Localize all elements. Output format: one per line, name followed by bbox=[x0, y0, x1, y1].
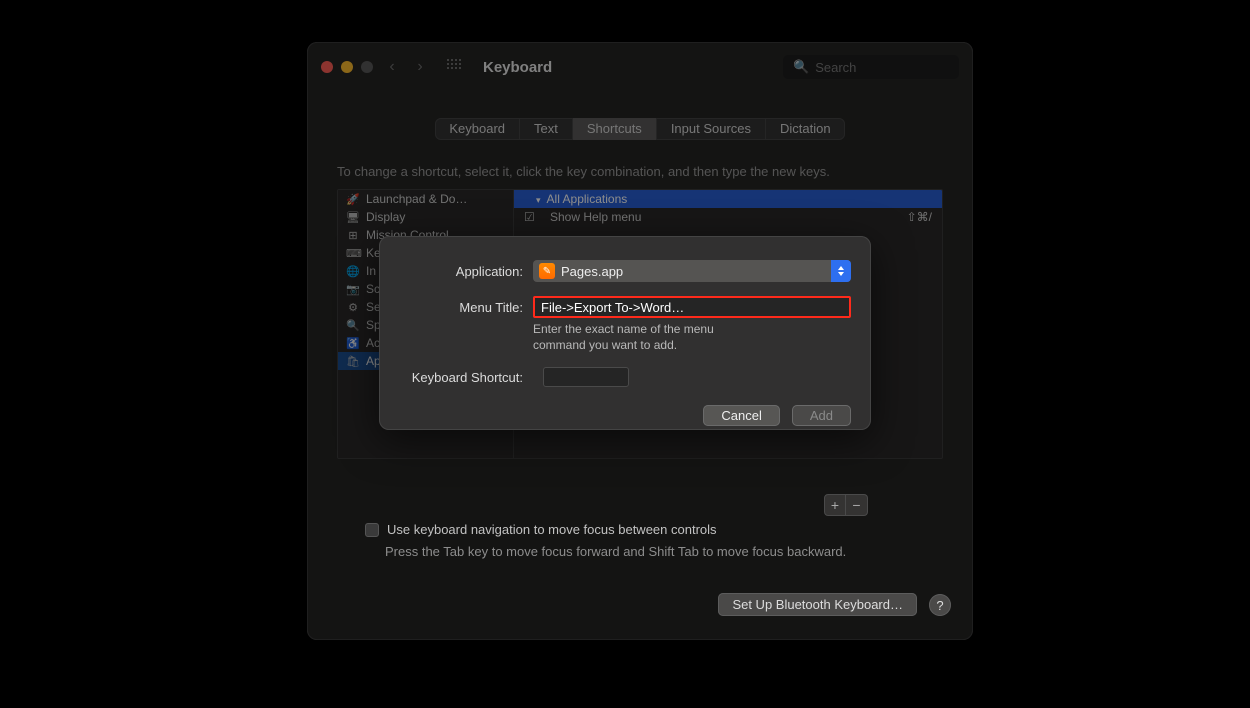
tab-text[interactable]: Text bbox=[520, 118, 573, 140]
zoom-icon[interactable] bbox=[361, 61, 373, 73]
spotlight-icon: 🔍 bbox=[346, 319, 360, 332]
list-item: 🚀 Launchpad & Do… bbox=[338, 190, 513, 208]
menu-title-label: Menu Title: bbox=[399, 300, 523, 315]
menu-title-row: Menu Title: bbox=[399, 296, 851, 318]
application-label: Application: bbox=[399, 264, 523, 279]
nav-back-icon[interactable]: ‹ bbox=[383, 58, 401, 76]
tab-input-sources[interactable]: Input Sources bbox=[657, 118, 766, 140]
application-row: Application: ✎ Pages.app bbox=[399, 260, 851, 282]
bluetooth-keyboard-button[interactable]: Set Up Bluetooth Keyboard… bbox=[718, 593, 917, 616]
pages-app-icon: ✎ bbox=[539, 263, 555, 279]
search-icon: 🔍 bbox=[793, 59, 809, 75]
menu-title-input[interactable] bbox=[533, 296, 851, 318]
menu-title-hint: Enter the exact name of the menu command… bbox=[533, 322, 753, 353]
application-value: Pages.app bbox=[561, 264, 623, 279]
nav-forward-icon[interactable]: › bbox=[411, 58, 429, 76]
add-shortcut-sheet: Application: ✎ Pages.app Menu Title: Ent… bbox=[379, 236, 871, 430]
tabs-row: Keyboard Text Shortcuts Input Sources Di… bbox=[307, 118, 973, 140]
list-item-label: Display bbox=[366, 210, 405, 224]
list-item-label: In bbox=[366, 264, 376, 278]
cancel-button[interactable]: Cancel bbox=[703, 405, 779, 426]
search-input[interactable]: 🔍 Search bbox=[783, 55, 959, 79]
tabstrip: Keyboard Text Shortcuts Input Sources Di… bbox=[435, 118, 844, 140]
close-icon[interactable] bbox=[321, 61, 333, 73]
shortcut-name: Show Help menu bbox=[542, 210, 907, 224]
chevron-updown-icon bbox=[831, 260, 851, 282]
traffic-lights bbox=[321, 61, 373, 73]
remove-shortcut-button[interactable]: − bbox=[846, 494, 868, 516]
add-shortcut-button[interactable]: + bbox=[824, 494, 846, 516]
disclosure-triangle-icon: ▾ bbox=[536, 195, 541, 205]
keyboard-icon: ⌨ bbox=[346, 247, 360, 260]
keyboard-shortcut-input[interactable] bbox=[543, 367, 629, 387]
apps-grid-icon[interactable] bbox=[447, 59, 463, 75]
add-button[interactable]: Add bbox=[792, 405, 851, 426]
tab-dictation[interactable]: Dictation bbox=[766, 118, 845, 140]
tab-shortcuts[interactable]: Shortcuts bbox=[573, 118, 657, 140]
accessibility-icon: ♿ bbox=[346, 337, 360, 350]
launchpad-icon: 🚀 bbox=[346, 193, 360, 206]
mission-control-icon: ⊞ bbox=[346, 229, 360, 242]
help-button[interactable]: ? bbox=[929, 594, 951, 616]
application-select[interactable]: ✎ Pages.app bbox=[533, 260, 851, 282]
keyboard-nav-checkbox-row[interactable]: Use keyboard navigation to move focus be… bbox=[365, 522, 717, 537]
checkbox-icon[interactable] bbox=[365, 523, 379, 537]
titlebar: ‹ › Keyboard 🔍 Search bbox=[307, 42, 973, 92]
add-remove-controls: + − bbox=[824, 494, 868, 516]
list-item-label: Sc bbox=[366, 282, 380, 296]
checkbox-icon[interactable]: ☑ bbox=[524, 210, 542, 224]
list-item-label: Launchpad & Do… bbox=[366, 192, 467, 206]
search-placeholder: Search bbox=[815, 60, 856, 75]
minimize-icon[interactable] bbox=[341, 61, 353, 73]
services-icon: ⚙ bbox=[346, 301, 360, 314]
input-sources-icon: 🌐 bbox=[346, 265, 360, 278]
display-icon: 🖥 bbox=[346, 211, 360, 224]
screenshots-icon: 📷 bbox=[346, 283, 360, 296]
checkbox-label: Use keyboard navigation to move focus be… bbox=[387, 522, 717, 537]
app-shortcuts-icon: 🛍 bbox=[346, 355, 360, 368]
keyboard-shortcut-label: Keyboard Shortcut: bbox=[399, 370, 523, 385]
shortcut-keys[interactable]: ⇧⌘/ bbox=[907, 210, 932, 224]
shortcut-row[interactable]: ☑ Show Help menu ⇧⌘/ bbox=[514, 208, 942, 226]
window-title: Keyboard bbox=[483, 59, 552, 76]
group-label: All Applications bbox=[547, 192, 628, 206]
list-item: 🖥 Display bbox=[338, 208, 513, 226]
tab-keyboard[interactable]: Keyboard bbox=[435, 118, 520, 140]
instruction-text: To change a shortcut, select it, click t… bbox=[337, 164, 943, 179]
footer-note: Press the Tab key to move focus forward … bbox=[385, 544, 846, 559]
modal-buttons: Cancel Add bbox=[399, 405, 851, 426]
list-item-label: Ac bbox=[366, 336, 380, 350]
group-header[interactable]: ▾ All Applications bbox=[514, 190, 942, 208]
keyboard-shortcut-row: Keyboard Shortcut: bbox=[399, 367, 851, 387]
